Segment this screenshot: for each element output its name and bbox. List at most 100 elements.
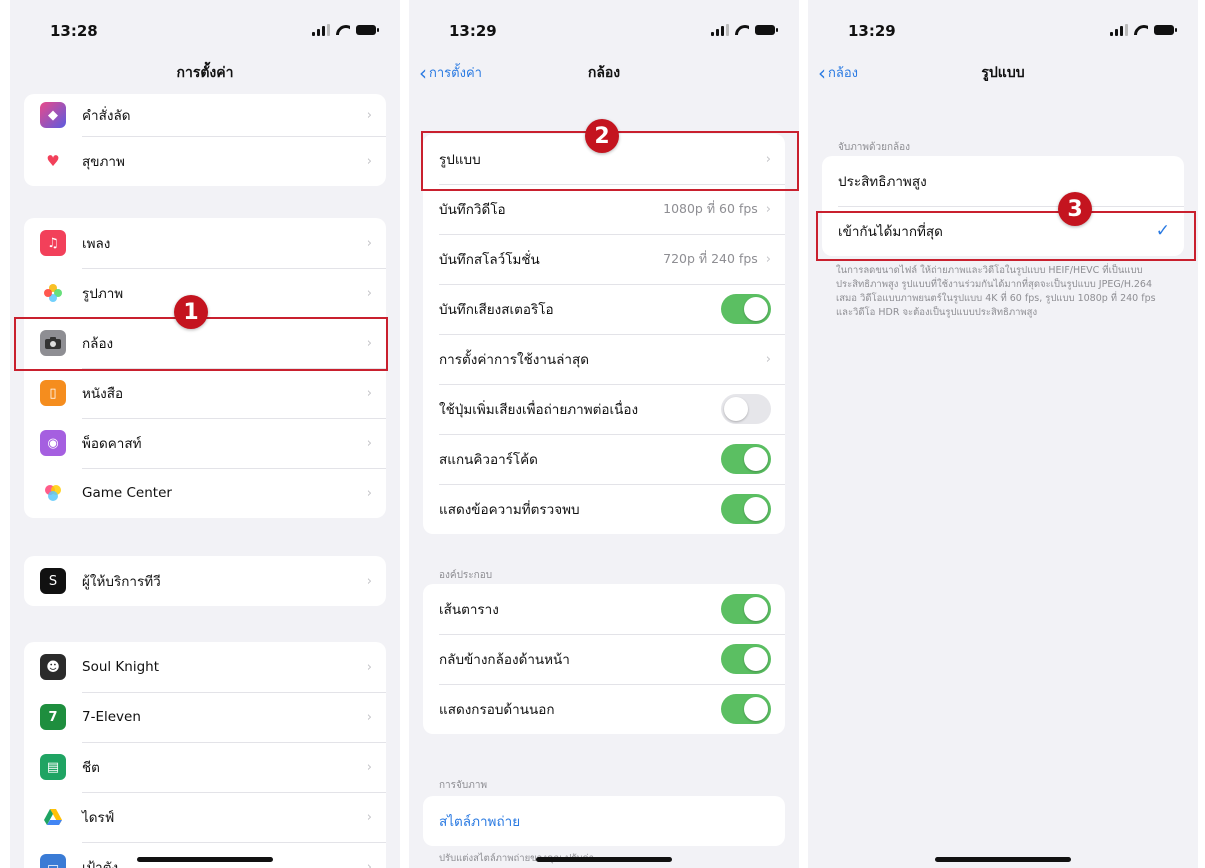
settings-item-game-center[interactable]: Game Center › (24, 468, 386, 518)
settings-item-record-stereo: บันทึกเสียงสเตอริโอ (423, 284, 785, 334)
soul-knight-icon: ☻ (40, 654, 66, 680)
section-header-capture: การจับภาพ (439, 780, 488, 791)
step-badge-2: 2 (585, 119, 619, 153)
nav-bar: ‹ กล้อง รูปแบบ (808, 62, 1198, 90)
signal-icon (711, 24, 729, 36)
step-badge-1: 1 (174, 295, 208, 329)
chevron-right-icon: › (366, 659, 372, 675)
settings-item-record-video[interactable]: บันทึกวิดีโอ 1080p ที่ 60 fps › (423, 184, 785, 234)
settings-item-soul-knight[interactable]: ☻ Soul Knight › (24, 642, 386, 692)
chevron-right-icon: › (366, 485, 372, 501)
chevron-right-icon: › (366, 709, 372, 725)
nav-bar: การตั้งค่า (10, 62, 400, 90)
home-indicator (137, 857, 273, 862)
home-indicator (935, 857, 1071, 862)
chevron-right-icon: › (366, 153, 372, 169)
wifi-icon (735, 25, 749, 35)
seven-eleven-icon: 7 (40, 704, 66, 730)
signal-icon (312, 24, 330, 36)
section-header-camera-capture: จับภาพด้วยกล้อง (838, 142, 911, 153)
chevron-right-icon: › (366, 573, 372, 589)
nav-bar: ‹ การตั้งค่า กล้อง (409, 62, 799, 90)
chevron-right-icon: › (765, 351, 771, 367)
chevron-right-icon: › (366, 759, 372, 775)
chevron-right-icon: › (366, 435, 372, 451)
capture-group: สไตล์ภาพถ่าย (423, 796, 785, 846)
settings-item-shortcuts[interactable]: ◆ คำสั่งลัด › (24, 94, 386, 136)
settings-group-4: ☻ Soul Knight › 7 7-Eleven › ▤ ชีต › ไดร… (24, 642, 386, 868)
chevron-right-icon: › (765, 251, 771, 267)
status-bar: 13:28 (10, 22, 400, 44)
section-header-composition: องค์ประกอบ (439, 570, 493, 581)
camera-settings-group: รูปแบบ › บันทึกวิดีโอ 1080p ที่ 60 fps ›… (423, 134, 785, 534)
mirror-front-toggle[interactable] (721, 644, 771, 674)
composition-group: เส้นตาราง กลับข้างกล้องด้านหน้า แสดงกรอบ… (423, 584, 785, 734)
battery-icon (356, 25, 379, 35)
game-center-icon (40, 480, 66, 506)
settings-item-volume-burst: ใช้ปุ่มเพิ่มเสียงเพื่อถ่ายภาพต่อเนื่อง (423, 384, 785, 434)
chevron-right-icon: › (366, 809, 372, 825)
settings-group-1: ◆ คำสั่งลัด › ♥ สุขภาพ › (24, 94, 386, 186)
settings-item-detected-text: แสดงข้อความที่ตรวจพบ (423, 484, 785, 534)
chevron-right-icon: › (366, 385, 372, 401)
battery-icon (755, 25, 778, 35)
battery-icon (1154, 25, 1177, 35)
drive-icon (40, 804, 66, 830)
scan-qr-toggle[interactable] (721, 444, 771, 474)
camera-settings-screen: 13:29 ‹ การตั้งค่า กล้อง รูปแบบ › บันทึก… (409, 0, 799, 868)
settings-item-grid: เส้นตาราง (423, 584, 785, 634)
grid-toggle[interactable] (721, 594, 771, 624)
signal-icon (1110, 24, 1128, 36)
settings-item-wallet[interactable]: ▭ เป้าตัง › (24, 842, 386, 868)
page-title: กล้อง (587, 65, 621, 81)
status-bar: 13:29 (808, 22, 1198, 44)
page-title: การตั้งค่า (176, 65, 234, 81)
shortcuts-icon: ◆ (40, 102, 66, 128)
settings-item-tv-provider[interactable]: S ผู้ให้บริการทีวี › (24, 556, 386, 606)
photographic-styles-link[interactable]: สไตล์ภาพถ่าย (423, 796, 785, 846)
settings-item-drive[interactable]: ไดรฟ์ › (24, 792, 386, 842)
chevron-right-icon: › (366, 107, 372, 123)
sheets-icon: ▤ (40, 754, 66, 780)
status-time: 13:29 (449, 22, 497, 40)
settings-item-music[interactable]: ♫ เพลง › (24, 218, 386, 268)
status-bar: 13:29 (409, 22, 799, 44)
settings-group-3: S ผู้ให้บริการทีวี › (24, 556, 386, 606)
option-high-efficiency[interactable]: ประสิทธิภาพสูง (822, 156, 1184, 206)
settings-item-mirror-front: กลับข้างกล้องด้านหน้า (423, 634, 785, 684)
settings-item-record-slomo[interactable]: บันทึกสโลว์โมชั่น 720p ที่ 240 fps › (423, 234, 785, 284)
chevron-right-icon: › (366, 235, 372, 251)
settings-screen: 13:28 การตั้งค่า ◆ คำสั่งลัด › ♥ สุขภาพ … (10, 0, 400, 868)
book-icon: ▯ (40, 380, 66, 406)
volume-burst-toggle[interactable] (721, 394, 771, 424)
settings-item-preserve-settings[interactable]: การตั้งค่าการใช้งานล่าสุด › (423, 334, 785, 384)
formats-footer: ในการลดขนาดไฟล์ ให้ถ่ายภาพและวิดีโอในรูป… (836, 265, 1156, 318)
settings-item-podcasts[interactable]: ◉ พ็อดคาสท์ › (24, 418, 386, 468)
settings-item-books[interactable]: ▯ หนังสือ › (24, 368, 386, 418)
most-compatible-highlight-box (816, 211, 1196, 261)
podcast-icon: ◉ (40, 430, 66, 456)
detected-text-toggle[interactable] (721, 494, 771, 524)
heart-icon: ♥ (40, 148, 66, 174)
home-indicator (536, 857, 672, 862)
settings-item-7-eleven[interactable]: 7 7-Eleven › (24, 692, 386, 742)
chevron-right-icon: › (366, 859, 372, 868)
view-outside-toggle[interactable] (721, 694, 771, 724)
music-note-icon: ♫ (40, 230, 66, 256)
status-time: 13:28 (50, 22, 98, 40)
settings-item-sheets[interactable]: ▤ ชีต › (24, 742, 386, 792)
stereo-toggle[interactable] (721, 294, 771, 324)
tv-provider-icon: S (40, 568, 66, 594)
wifi-icon (336, 25, 350, 35)
status-time: 13:29 (848, 22, 896, 40)
photos-icon (40, 280, 66, 306)
settings-item-health[interactable]: ♥ สุขภาพ › (24, 136, 386, 186)
wallet-icon: ▭ (40, 854, 66, 868)
settings-item-view-outside: แสดงกรอบด้านนอก (423, 684, 785, 734)
step-badge-3: 3 (1058, 192, 1092, 226)
chevron-right-icon: › (366, 285, 372, 301)
formats-screen: 13:29 ‹ กล้อง รูปแบบ จับภาพด้วยกล้อง ประ… (808, 0, 1198, 868)
wifi-icon (1134, 25, 1148, 35)
page-title: รูปแบบ (981, 65, 1025, 81)
settings-item-scan-qr: สแกนคิวอาร์โค้ด (423, 434, 785, 484)
